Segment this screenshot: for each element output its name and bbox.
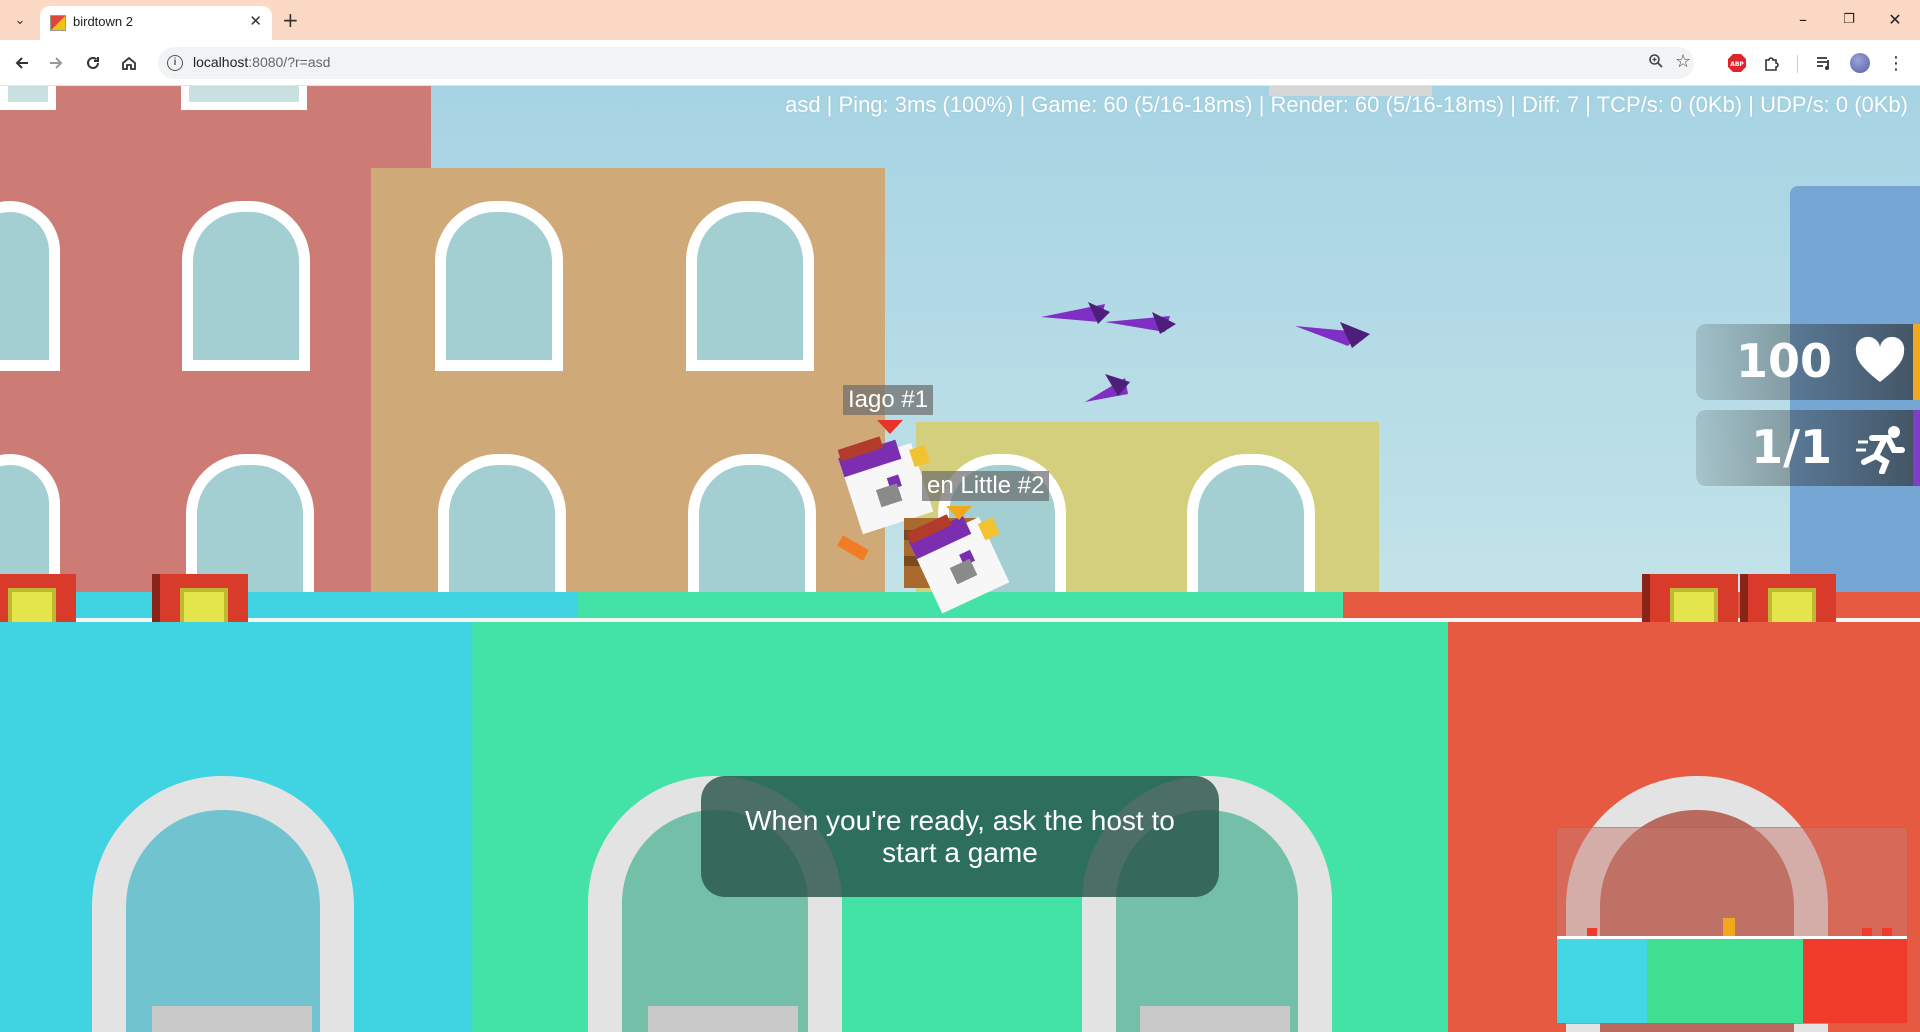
minimap-green-block: [1647, 938, 1803, 1023]
runner-icon: [1854, 422, 1906, 475]
building-window: [181, 86, 307, 110]
minimap-ground: [1557, 936, 1907, 939]
tab-strip: ⌄ birdtown 2 ✕ + – ❐ ✕: [0, 0, 1920, 40]
tab-title: birdtown 2: [73, 14, 133, 29]
zoom-icon[interactable]: [1648, 53, 1664, 73]
building-window: [435, 201, 563, 371]
address-bar[interactable]: i localhost:8080/?r=asd ☆: [158, 47, 1694, 79]
tab-birdtown[interactable]: birdtown 2 ✕: [40, 6, 272, 40]
lives-panel: 1/1: [1696, 410, 1920, 486]
tab-close-icon[interactable]: ✕: [249, 12, 262, 30]
profile-avatar-icon[interactable]: [1850, 53, 1870, 73]
shuriken-projectile: [1105, 312, 1176, 334]
shuriken-projectile: [1085, 374, 1130, 402]
lives-accent: [1913, 410, 1920, 486]
building-window: [182, 201, 310, 371]
building-window: [0, 201, 60, 371]
bird-foot: [837, 535, 869, 561]
browser-toolbar: i localhost:8080/?r=asd ☆ ABP ⋮: [0, 40, 1920, 86]
projectiles: [1041, 302, 1370, 402]
site-info-icon[interactable]: i: [167, 55, 183, 71]
player-marker-icon: [877, 420, 903, 434]
minimap-crate: [1882, 928, 1892, 936]
shuriken-projectile: [1041, 302, 1110, 324]
menu-icon[interactable]: ⋮: [1886, 53, 1906, 74]
tab-search-icon[interactable]: ⌄: [8, 8, 32, 32]
player-marker-icon: [946, 506, 972, 520]
close-window-button[interactable]: ✕: [1872, 6, 1918, 34]
minimap-crate: [1862, 928, 1872, 936]
shuriken-projectile: [1295, 322, 1370, 348]
home-icon[interactable]: [117, 51, 141, 75]
minimize-button[interactable]: –: [1780, 6, 1826, 34]
building-window: [1187, 454, 1315, 614]
health-accent: [1913, 324, 1920, 400]
url-text[interactable]: localhost:8080/?r=asd: [193, 54, 330, 70]
reload-icon[interactable]: [81, 51, 105, 75]
media-control-icon[interactable]: [1814, 53, 1834, 73]
forward-icon[interactable]: [44, 51, 68, 75]
minimap-red-block: [1803, 938, 1907, 1023]
minimap: [1556, 827, 1908, 1024]
building-window: [688, 454, 816, 614]
svg-text:ABP: ABP: [1730, 61, 1744, 68]
player-nametag: en Little #2: [922, 471, 1050, 501]
new-tab-button[interactable]: +: [282, 8, 299, 32]
building-window: [0, 86, 56, 110]
lives-value: 1/1: [1751, 420, 1832, 474]
arch-base: [152, 1006, 312, 1032]
minimap-crate: [1587, 928, 1597, 936]
game-status-message: When you're ready, ask the host to start…: [701, 776, 1219, 897]
health-value: 100: [1735, 334, 1832, 388]
players-sprites: [837, 436, 1010, 614]
favicon-icon: [50, 15, 66, 31]
arch-base: [648, 1006, 798, 1032]
player-nametag: Iago #1: [843, 385, 934, 415]
game-canvas[interactable]: Iago #1 en Little #2 asd | Ping: 3ms (10…: [0, 86, 1920, 1032]
rooftop-cyan: [0, 592, 578, 620]
adblock-icon[interactable]: ABP: [1727, 53, 1747, 73]
minimap-cyan-block: [1557, 938, 1647, 1023]
building-window: [438, 454, 566, 614]
minimap-player-marker: [1723, 918, 1735, 936]
heart-icon: [1854, 336, 1906, 388]
back-icon[interactable]: [10, 51, 34, 75]
building-window: [686, 201, 814, 371]
extensions-icon[interactable]: [1762, 53, 1782, 73]
bookmark-star-icon[interactable]: ☆: [1675, 51, 1691, 72]
restore-button[interactable]: ❐: [1826, 6, 1872, 34]
health-panel: 100: [1696, 324, 1920, 400]
arch-base: [1140, 1006, 1290, 1032]
debug-stats: asd | Ping: 3ms (100%) | Game: 60 (5/16-…: [785, 92, 1908, 117]
foreground-arch: [92, 776, 354, 1032]
toolbar-divider: [1797, 55, 1798, 73]
